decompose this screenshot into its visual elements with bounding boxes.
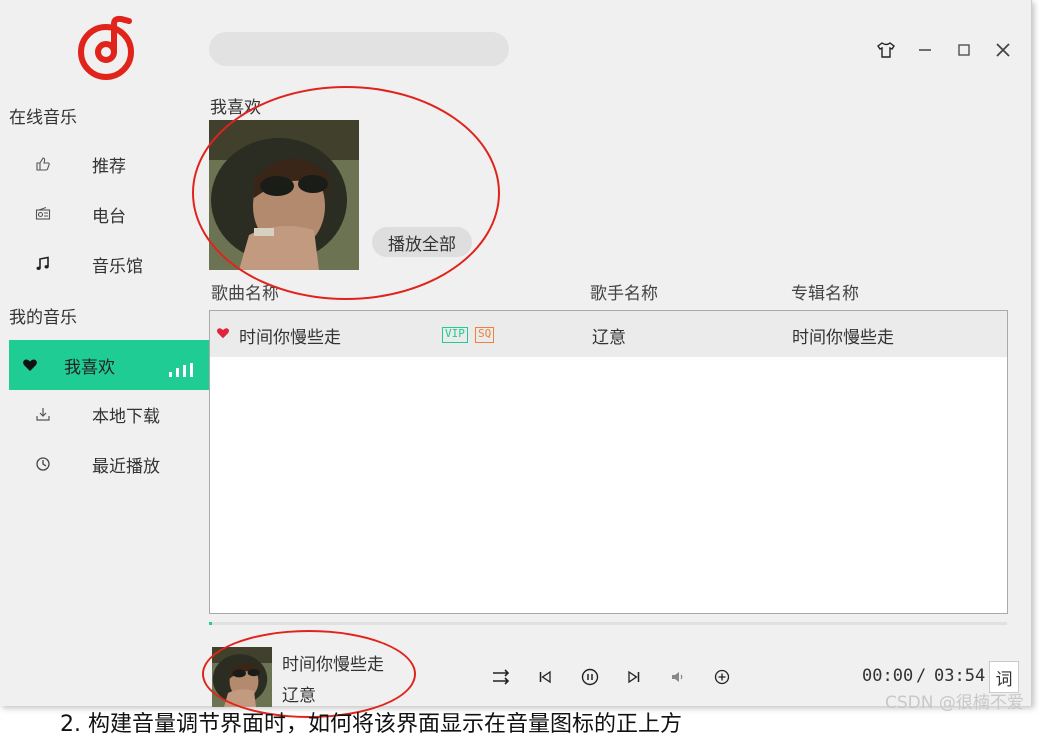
sidebar-item-favorites[interactable]: 我喜欢 bbox=[9, 340, 209, 390]
now-playing-cover[interactable] bbox=[212, 647, 272, 707]
section-title-my-music: 我的音乐 bbox=[9, 308, 77, 328]
skin-shirt-icon[interactable] bbox=[874, 38, 898, 62]
vip-badge: VIP bbox=[442, 327, 468, 343]
sidebar-item-label: 推荐 bbox=[92, 156, 126, 177]
sidebar: 在线音乐 推荐 电台 音乐馆 我的音乐 我喜欢 本地下载 最近播放 bbox=[9, 0, 209, 706]
song-title-cell: 时间你慢些走 bbox=[239, 328, 341, 348]
current-time: 00:00 bbox=[862, 666, 914, 686]
favorites-cover-image bbox=[209, 120, 359, 270]
column-header-album[interactable]: 专辑名称 bbox=[791, 279, 859, 304]
section-title-online-music: 在线音乐 bbox=[9, 108, 77, 128]
sidebar-item-label: 我喜欢 bbox=[64, 357, 115, 378]
favorites-title: 我喜欢 bbox=[210, 98, 261, 118]
sidebar-item-local-download[interactable]: 本地下载 bbox=[9, 394, 209, 434]
next-track-icon[interactable] bbox=[621, 664, 647, 690]
previous-track-icon[interactable] bbox=[532, 664, 558, 690]
song-table: 时间你慢些走 VIP SQ 辽意 时间你慢些走 bbox=[209, 310, 1008, 614]
sidebar-item-label: 本地下载 bbox=[92, 406, 160, 427]
radio-icon bbox=[33, 204, 53, 224]
volume-icon[interactable] bbox=[665, 664, 691, 690]
sidebar-item-music-hall[interactable]: 音乐馆 bbox=[9, 244, 209, 284]
music-note-icon bbox=[33, 254, 53, 274]
playback-progress-bar[interactable] bbox=[209, 622, 1007, 625]
download-icon bbox=[33, 404, 53, 424]
add-to-playlist-icon[interactable] bbox=[709, 664, 735, 690]
close-icon[interactable] bbox=[991, 38, 1015, 62]
thumbs-up-icon bbox=[33, 154, 53, 174]
sidebar-item-radio[interactable]: 电台 bbox=[9, 194, 209, 234]
heart-icon bbox=[20, 355, 40, 375]
play-mode-shuffle-icon[interactable] bbox=[489, 664, 515, 690]
column-header-song[interactable]: 歌曲名称 bbox=[211, 279, 279, 304]
playing-equalizer-icon bbox=[169, 363, 193, 377]
now-playing-title: 时间你慢些走 bbox=[282, 655, 384, 675]
pause-button-icon[interactable] bbox=[577, 664, 603, 690]
sidebar-item-recommend[interactable]: 推荐 bbox=[9, 144, 209, 184]
search-input[interactable] bbox=[209, 32, 509, 66]
table-row[interactable]: 时间你慢些走 VIP SQ 辽意 时间你慢些走 bbox=[210, 311, 1007, 357]
artist-cell: 辽意 bbox=[592, 328, 626, 348]
music-player-window: 在线音乐 推荐 电台 音乐馆 我的音乐 我喜欢 本地下载 最近播放 我喜欢 播放… bbox=[0, 0, 1032, 707]
maximize-icon[interactable] bbox=[952, 38, 976, 62]
sidebar-item-label: 电台 bbox=[92, 206, 126, 227]
sidebar-item-label: 最近播放 bbox=[92, 456, 160, 477]
playback-progress-fill bbox=[209, 622, 212, 625]
now-playing-artist: 辽意 bbox=[282, 686, 316, 706]
article-text: 2. 构建音量调节界面时，如何将该界面显示在音量图标的正上方 bbox=[60, 712, 682, 737]
heart-icon[interactable] bbox=[216, 325, 230, 345]
play-all-button[interactable]: 播放全部 bbox=[372, 227, 472, 257]
app-logo-icon bbox=[78, 15, 134, 80]
album-cell: 时间你慢些走 bbox=[792, 328, 894, 348]
sq-badge: SQ bbox=[475, 327, 495, 343]
sidebar-item-label: 音乐馆 bbox=[92, 256, 143, 277]
history-icon bbox=[33, 454, 53, 474]
column-header-artist[interactable]: 歌手名称 bbox=[590, 279, 658, 304]
time-separator: / bbox=[916, 666, 927, 686]
sidebar-item-recent-play[interactable]: 最近播放 bbox=[9, 444, 209, 484]
total-time: 03:54 bbox=[934, 666, 986, 686]
minimize-icon[interactable] bbox=[913, 38, 937, 62]
csdn-watermark: CSDN @很楠不爱 bbox=[885, 693, 1024, 713]
